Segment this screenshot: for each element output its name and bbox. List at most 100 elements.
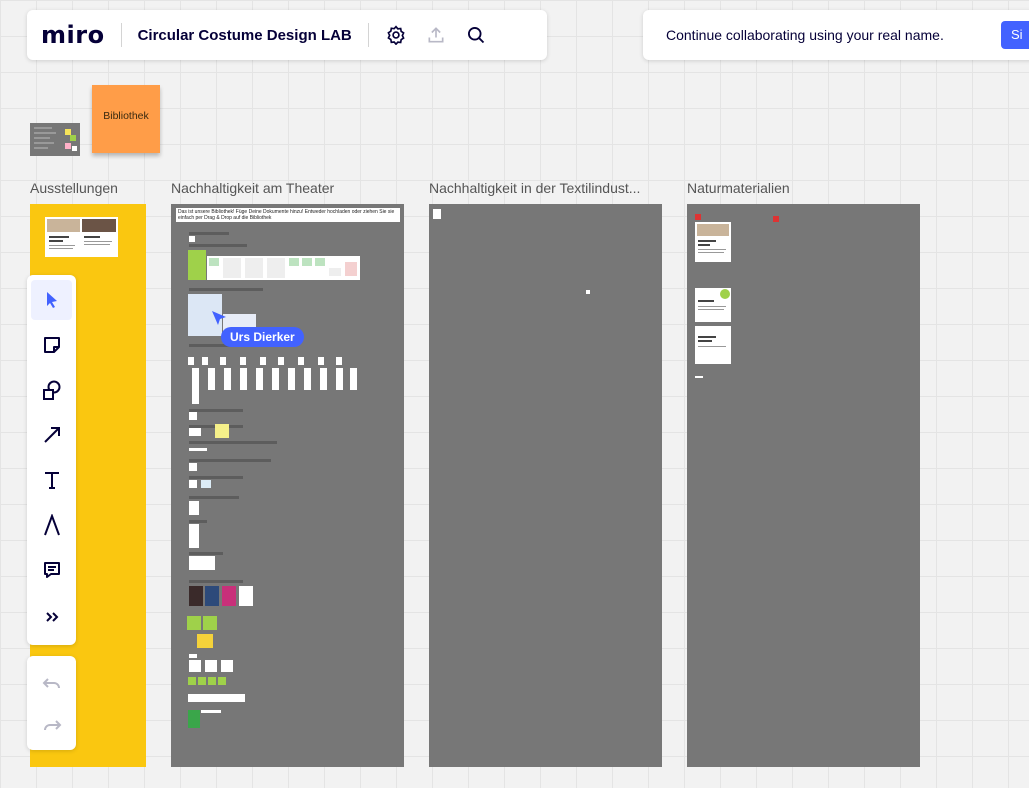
pen-icon xyxy=(43,514,60,536)
header-divider xyxy=(367,23,369,47)
doc-thumb[interactable] xyxy=(189,660,201,672)
shapes-icon xyxy=(42,380,60,400)
doc-thumb[interactable] xyxy=(695,214,701,220)
article-card[interactable] xyxy=(695,288,731,322)
board-canvas[interactable]: miro Circular Costume Design LAB Continu… xyxy=(0,0,1029,788)
photo-thumb[interactable] xyxy=(205,586,219,606)
text-icon xyxy=(44,472,59,489)
frame-title-ausstellungen[interactable]: Ausstellungen xyxy=(30,180,118,196)
yellow-note[interactable] xyxy=(197,634,213,648)
section-heading xyxy=(189,232,229,235)
photo-thumb[interactable] xyxy=(239,586,253,606)
theater-info-note[interactable]: Das ist unsere Bibliothek! Füge Deine Do… xyxy=(176,208,400,222)
doc-thumb[interactable] xyxy=(205,660,217,672)
green-note[interactable] xyxy=(203,616,217,630)
frame-title-textilindustrie[interactable]: Nachhaltigkeit in der Textilindust... xyxy=(429,180,640,196)
doc-thumb[interactable] xyxy=(189,524,199,548)
doc-thumb[interactable] xyxy=(189,428,201,436)
doc-thumb[interactable] xyxy=(695,376,703,378)
doc-thumb[interactable] xyxy=(189,463,197,471)
chevron-double-right-icon xyxy=(45,612,58,622)
doc-thumb[interactable] xyxy=(201,710,221,713)
shapes-tool[interactable] xyxy=(27,370,76,410)
frame-theater[interactable]: Das ist unsere Bibliothek! Füge Deine Do… xyxy=(171,204,404,767)
photo-thumb[interactable] xyxy=(189,586,203,606)
article-card[interactable] xyxy=(695,326,731,364)
undo-button[interactable] xyxy=(27,663,76,703)
green-note[interactable] xyxy=(218,677,226,685)
comment-icon xyxy=(43,562,60,578)
green-note[interactable] xyxy=(198,677,206,685)
arrow-line-icon xyxy=(43,427,60,443)
green-note[interactable] xyxy=(187,616,201,630)
sticky-note-library[interactable]: Bibliothek xyxy=(92,85,160,153)
board-header: miro Circular Costume Design LAB xyxy=(27,10,547,60)
settings-icon[interactable] xyxy=(385,24,407,46)
redo-button[interactable] xyxy=(27,705,76,745)
frame-title-theater[interactable]: Nachhaltigkeit am Theater xyxy=(171,180,334,196)
sign-up-button[interactable]: Si xyxy=(1001,21,1029,49)
section-heading xyxy=(189,409,243,412)
green-doc[interactable] xyxy=(188,710,200,728)
yellow-note[interactable] xyxy=(215,424,229,438)
select-tool[interactable] xyxy=(31,280,72,320)
doc-thumb[interactable] xyxy=(201,480,211,488)
undo-redo-panel xyxy=(27,656,76,750)
frame-naturmaterialien[interactable] xyxy=(687,204,920,767)
section-heading xyxy=(189,244,247,247)
collaborator-name-tag: Urs Dierker xyxy=(221,327,304,347)
frame-title-naturmaterialien[interactable]: Naturmaterialien xyxy=(687,180,790,196)
doc-grid xyxy=(188,354,358,406)
search-icon[interactable] xyxy=(465,24,487,46)
section-heading xyxy=(189,441,277,444)
doc-thumb[interactable] xyxy=(221,660,233,672)
redo-icon xyxy=(43,720,61,731)
article-card[interactable] xyxy=(695,222,731,262)
creation-toolbar xyxy=(27,275,76,645)
doc-thumb[interactable] xyxy=(189,501,199,515)
doc-row[interactable] xyxy=(207,256,360,280)
section-heading xyxy=(189,496,239,499)
doc-row[interactable] xyxy=(188,694,245,702)
doc-thumb[interactable] xyxy=(189,556,215,570)
collaboration-message: Continue collaborating using your real n… xyxy=(666,27,944,43)
sticky-note-tool[interactable] xyxy=(27,325,76,365)
section-heading xyxy=(189,580,243,583)
doc-thumb[interactable] xyxy=(189,448,207,451)
cursor-arrow-icon xyxy=(46,292,57,308)
library-thumbnail[interactable] xyxy=(30,123,80,156)
green-note[interactable] xyxy=(208,677,216,685)
undo-icon xyxy=(42,678,60,689)
text-tool[interactable] xyxy=(27,460,76,500)
doc-thumb[interactable] xyxy=(189,412,197,420)
share-upload-icon[interactable] xyxy=(425,24,447,46)
section-heading xyxy=(189,459,271,462)
sticky-note-text: Bibliothek xyxy=(103,110,149,122)
doc-thumb[interactable] xyxy=(433,209,441,219)
doc-thumb[interactable] xyxy=(189,236,195,242)
comment-tool[interactable] xyxy=(27,550,76,590)
frame-textilindustrie[interactable] xyxy=(429,204,662,767)
photo-thumb[interactable] xyxy=(222,586,236,606)
doc-thumb[interactable] xyxy=(586,290,590,294)
section-heading xyxy=(189,476,243,479)
green-doc[interactable] xyxy=(188,250,206,280)
section-heading xyxy=(189,552,223,555)
connection-line-tool[interactable] xyxy=(27,415,76,455)
sticky-note-icon xyxy=(43,337,60,353)
doc-thumb[interactable] xyxy=(773,216,779,222)
pen-tool[interactable] xyxy=(27,505,76,545)
collaboration-banner: Continue collaborating using your real n… xyxy=(643,10,1029,60)
board-title[interactable]: Circular Costume Design LAB xyxy=(138,27,352,44)
section-heading xyxy=(189,520,207,523)
exhibition-card[interactable] xyxy=(45,217,118,257)
doc-thumb[interactable] xyxy=(189,654,197,658)
section-heading xyxy=(189,288,263,291)
header-divider xyxy=(120,23,122,47)
doc-thumb[interactable] xyxy=(189,480,197,488)
green-note[interactable] xyxy=(188,677,196,685)
header-actions xyxy=(385,24,487,46)
collaborator-cursor-icon xyxy=(212,311,226,325)
more-tools[interactable] xyxy=(27,597,76,637)
miro-logo[interactable]: miro xyxy=(41,21,105,49)
